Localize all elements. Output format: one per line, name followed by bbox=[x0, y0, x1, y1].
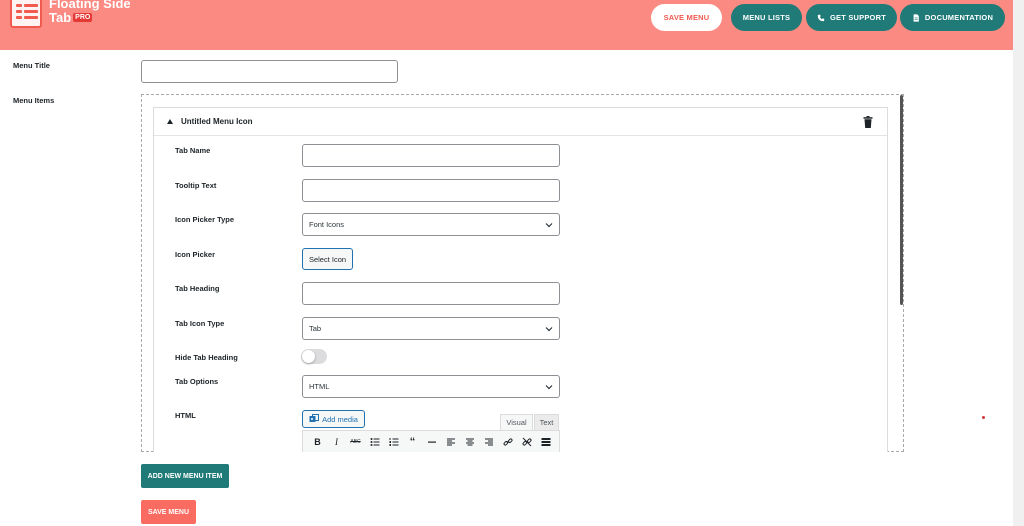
icon-picker-type-select[interactable]: Font Icons bbox=[302, 213, 560, 236]
menu-item-header[interactable]: Untitled Menu Icon bbox=[154, 108, 887, 136]
window-edge bbox=[1013, 0, 1024, 526]
get-support-label: GET SUPPORT bbox=[830, 13, 886, 22]
unlink-icon[interactable] bbox=[517, 433, 536, 451]
tab-icon-type-label: Tab Icon Type bbox=[175, 319, 225, 328]
link-icon[interactable] bbox=[498, 433, 517, 451]
menu-lists-button[interactable]: MENU LISTS bbox=[731, 4, 802, 31]
toolbar-toggle-icon[interactable] bbox=[536, 433, 555, 451]
document-icon bbox=[913, 13, 919, 22]
trash-icon[interactable] bbox=[863, 116, 873, 128]
tab-heading-input[interactable] bbox=[302, 282, 560, 305]
documentation-label: DOCUMENTATION bbox=[924, 13, 994, 22]
tab-name-input[interactable] bbox=[302, 144, 560, 167]
toggle-knob bbox=[302, 350, 315, 363]
align-right-icon[interactable] bbox=[479, 433, 498, 451]
editor-toolbar: B I ABC “ bbox=[302, 430, 560, 452]
get-support-button[interactable]: GET SUPPORT bbox=[806, 4, 897, 31]
phone-icon bbox=[817, 14, 825, 21]
tab-options-select[interactable]: HTML bbox=[302, 375, 560, 398]
menu-items-label: Menu Items bbox=[13, 96, 55, 105]
icon-picker-type-label: Icon Picker Type bbox=[175, 215, 235, 224]
tab-name-label: Tab Name bbox=[175, 146, 211, 155]
bullet-list-icon[interactable] bbox=[365, 433, 384, 451]
tooltip-text-input[interactable] bbox=[302, 179, 560, 202]
add-media-button[interactable]: Add media bbox=[302, 410, 365, 428]
html-label: HTML bbox=[175, 411, 196, 420]
align-center-icon[interactable] bbox=[460, 433, 479, 451]
logo-title: Floating Side Tab PRO bbox=[49, 0, 131, 25]
blockquote-icon[interactable]: “ bbox=[403, 433, 422, 451]
logo-icon bbox=[10, 0, 42, 28]
menu-item-title: Untitled Menu Icon bbox=[181, 117, 253, 126]
chevron-down-icon bbox=[545, 385, 553, 390]
horizontal-line-icon[interactable] bbox=[422, 433, 441, 451]
tab-options-label: Tab Options bbox=[175, 377, 219, 386]
chevron-down-icon bbox=[545, 327, 553, 332]
icon-picker-type-value: Font Icons bbox=[309, 220, 345, 229]
add-new-menu-item-button[interactable]: ADD NEW MENU ITEM bbox=[141, 464, 229, 488]
tab-icon-type-value: Tab bbox=[309, 324, 322, 333]
menu-title-label: Menu Title bbox=[13, 61, 50, 70]
app-header: Floating Side Tab PRO SAVE MENU MENU LIST… bbox=[0, 0, 1013, 50]
select-icon-button[interactable]: Select Icon bbox=[302, 248, 353, 270]
header-save-menu-button[interactable]: SAVE MENU bbox=[651, 4, 722, 31]
chevron-down-icon bbox=[545, 223, 553, 228]
align-left-icon[interactable] bbox=[441, 433, 460, 451]
editor-tab-visual[interactable]: Visual bbox=[500, 414, 533, 430]
editor-tab-text[interactable]: Text bbox=[534, 414, 559, 430]
numbered-list-icon[interactable] bbox=[384, 433, 403, 451]
menu-items-scrollbar[interactable] bbox=[900, 95, 903, 305]
icon-picker-label: Icon Picker bbox=[175, 250, 216, 259]
menu-title-input[interactable] bbox=[141, 60, 398, 83]
media-icon bbox=[309, 414, 320, 422]
bold-icon[interactable]: B bbox=[308, 433, 327, 451]
documentation-button[interactable]: DOCUMENTATION bbox=[900, 4, 1005, 31]
collapse-caret-icon[interactable] bbox=[167, 119, 173, 124]
hide-tab-heading-toggle[interactable] bbox=[301, 349, 327, 364]
status-dot bbox=[982, 416, 985, 419]
add-media-label: Add media bbox=[322, 414, 358, 424]
hide-tab-heading-label: Hide Tab Heading bbox=[175, 353, 238, 362]
tab-icon-type-select[interactable]: Tab bbox=[302, 317, 560, 340]
tab-heading-label: Tab Heading bbox=[175, 284, 220, 293]
pro-badge: PRO bbox=[73, 13, 93, 22]
tooltip-text-label: Tooltip Text bbox=[175, 181, 217, 190]
strikethrough-icon[interactable]: ABC bbox=[346, 433, 365, 451]
tab-options-value: HTML bbox=[309, 382, 330, 391]
logo-title-line2: Tab bbox=[49, 10, 72, 25]
save-menu-button[interactable]: SAVE MENU bbox=[141, 500, 196, 524]
italic-icon[interactable]: I bbox=[327, 433, 346, 451]
